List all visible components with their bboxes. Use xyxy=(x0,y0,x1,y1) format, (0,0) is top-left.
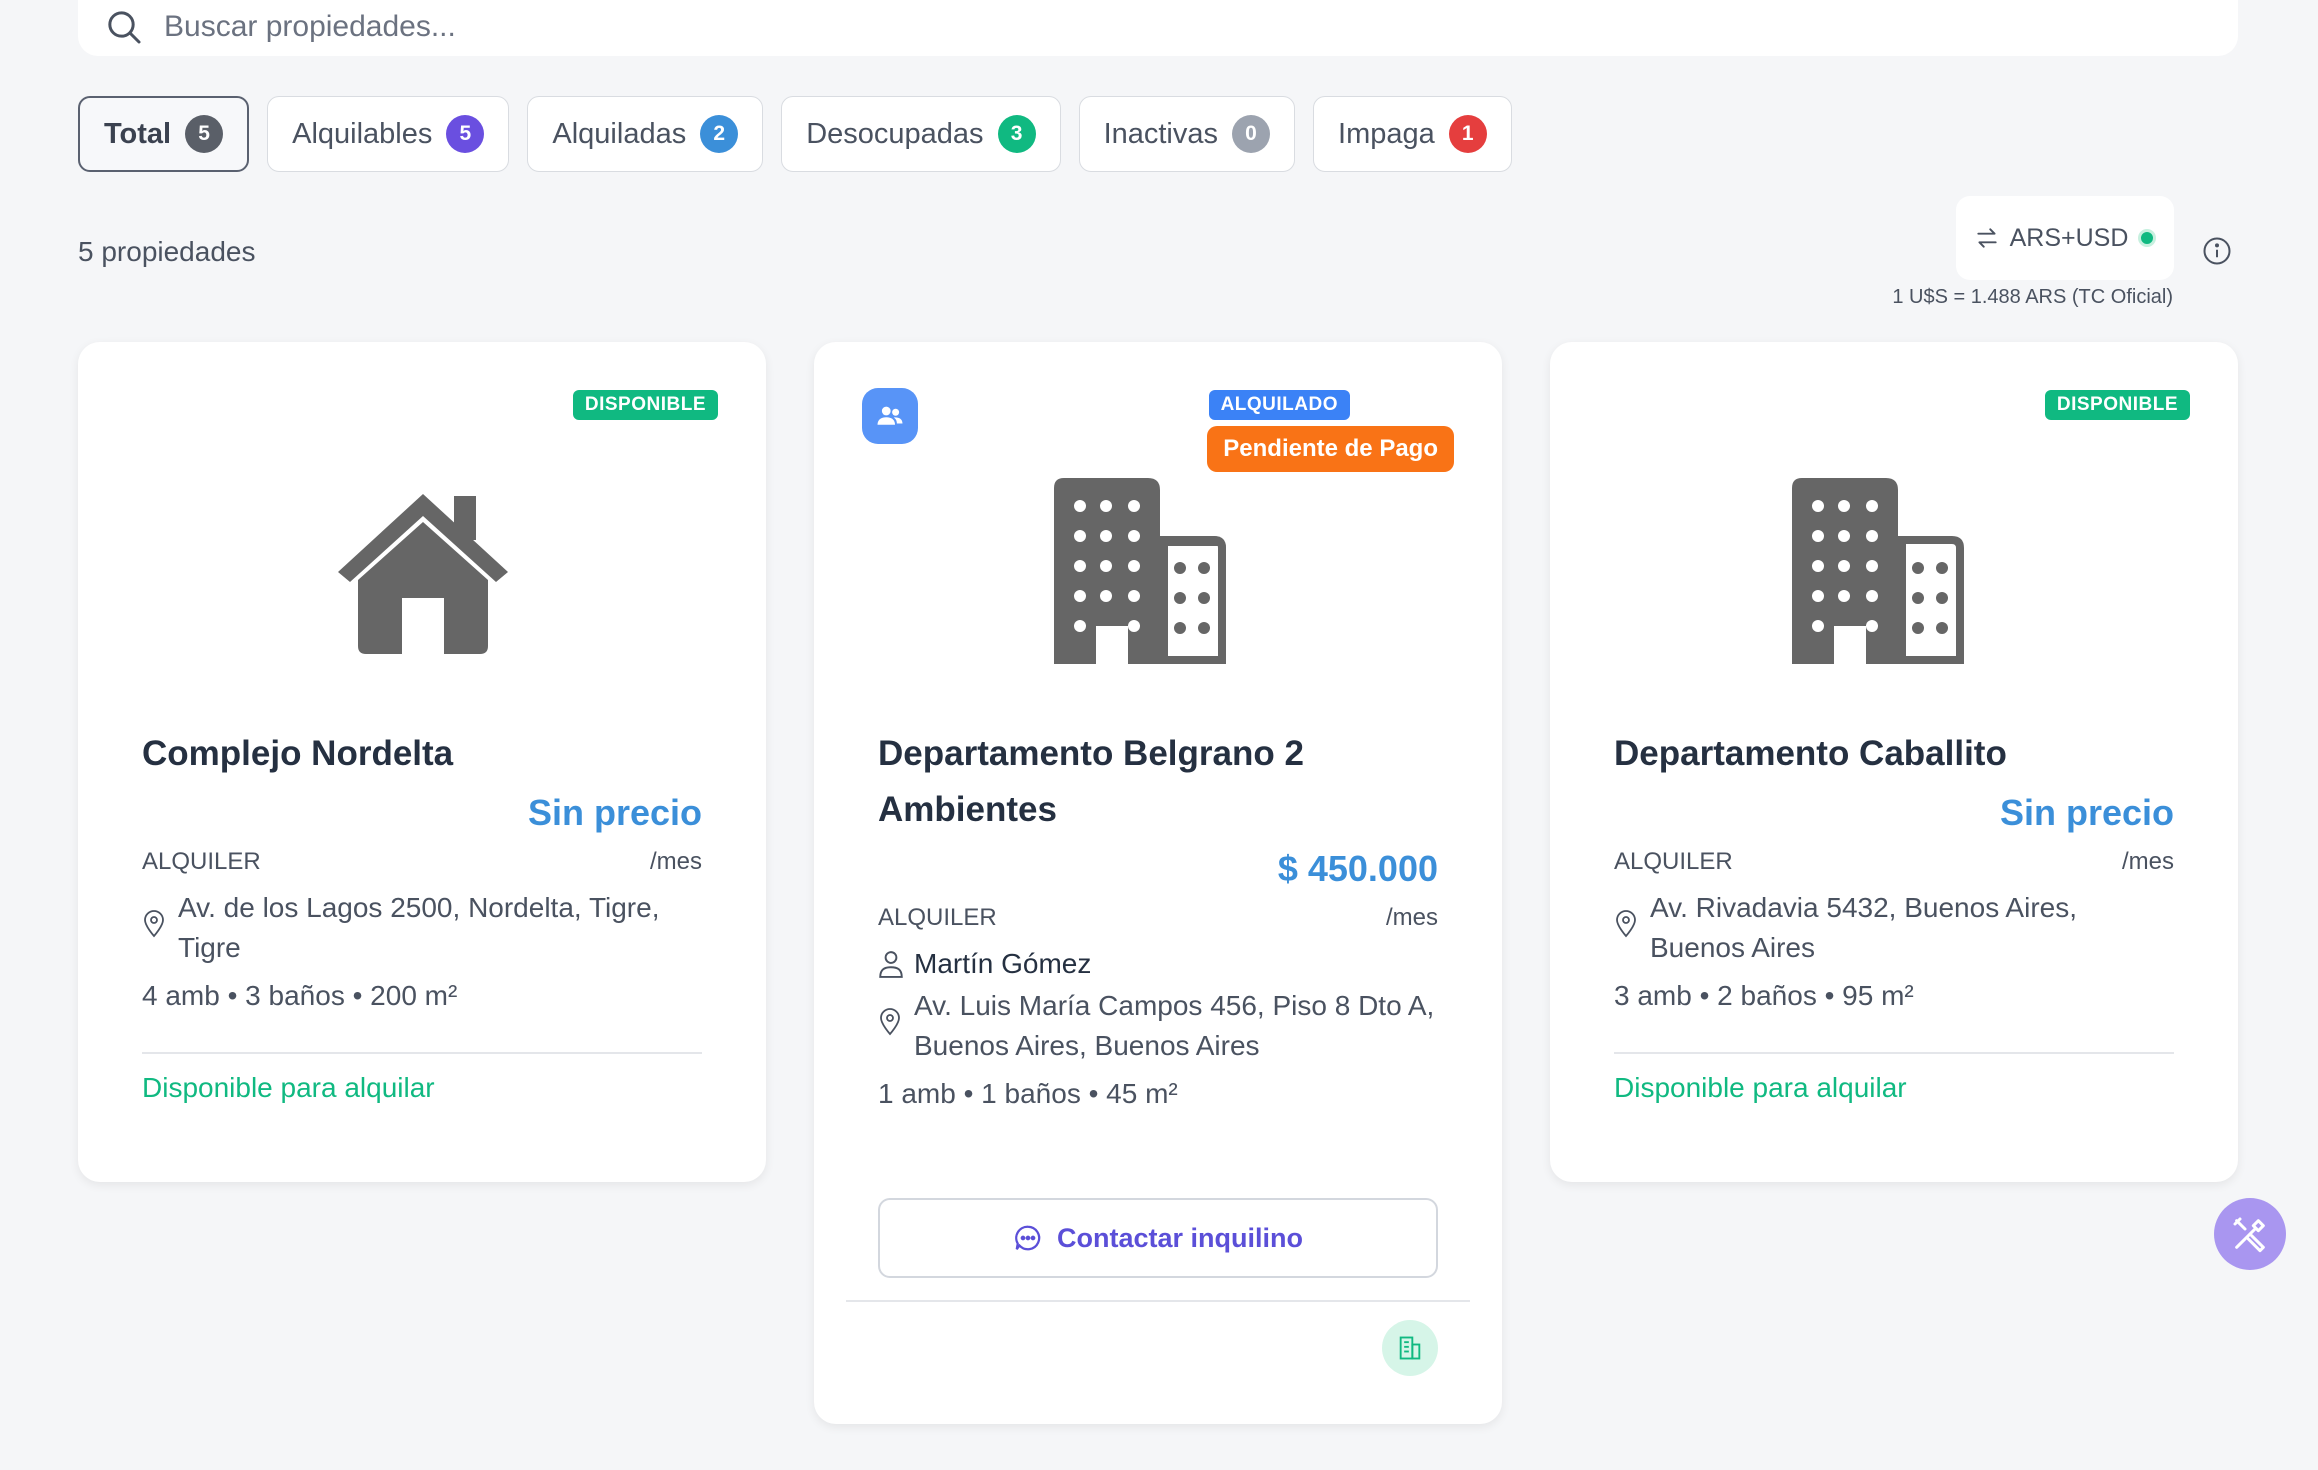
filter-total[interactable]: Total 5 xyxy=(78,96,250,172)
filter-label: Impaga xyxy=(1338,117,1435,150)
operation-type: ALQUILER xyxy=(878,904,997,931)
availability-text: Disponible para alquilar xyxy=(142,1072,435,1103)
property-address: Av. Luis María Campos 456, Piso 8 Dto A,… xyxy=(914,990,1435,1061)
property-image xyxy=(1582,374,2206,692)
operation-type: ALQUILER xyxy=(1614,848,1733,875)
filter-inactivas[interactable]: Inactivas 0 xyxy=(1078,96,1296,172)
search-bar xyxy=(78,0,2238,56)
location-pin-icon xyxy=(880,1008,900,1036)
status-badge: ALQUILADO xyxy=(1208,390,1350,420)
filter-impaga[interactable]: Impaga 1 xyxy=(1313,96,1512,172)
price-period: /mes xyxy=(1385,904,1438,931)
filter-label: Total xyxy=(104,117,172,150)
property-address: Av. de los Lagos 2500, Nordelta, Tigre, … xyxy=(178,892,660,963)
property-card[interactable]: DISPONIBLE Departamento Caballito Sin pr… xyxy=(1550,342,2238,1182)
filter-alquiladas[interactable]: Alquiladas 2 xyxy=(527,96,764,172)
property-price: $ 450.000 xyxy=(1277,848,1438,889)
contact-tenant-button[interactable]: Contactar inquilino xyxy=(878,1198,1438,1278)
count-badge: 0 xyxy=(1232,115,1271,153)
divider xyxy=(846,1300,1470,1302)
property-title: Departamento Belgrano 2 Ambientes xyxy=(878,734,1304,829)
availability-text: Disponible para alquilar xyxy=(1614,1072,1907,1103)
info-icon[interactable] xyxy=(2202,236,2232,266)
count-badge: 5 xyxy=(185,115,224,153)
house-icon xyxy=(338,494,508,654)
count-badge: 1 xyxy=(1448,115,1487,153)
property-card[interactable]: DISPONIBLE Complejo Nordelta Sin precio … xyxy=(78,342,766,1182)
property-price: Sin precio xyxy=(1999,792,2174,833)
property-address: Av. Rivadavia 5432, Buenos Aires, Buenos… xyxy=(1650,892,2077,963)
status-badge: DISPONIBLE xyxy=(2044,390,2190,420)
tools-icon xyxy=(2233,1217,2265,1253)
property-price: Sin precio xyxy=(527,792,702,833)
filter-desocupadas[interactable]: Desocupadas 3 xyxy=(781,96,1061,172)
search-input[interactable] xyxy=(164,10,1764,44)
results-count: 5 propiedades xyxy=(78,236,256,267)
payment-status-badge: Pendiente de Pago xyxy=(1207,426,1454,472)
building-icon xyxy=(1054,478,1226,664)
status-dot xyxy=(2138,229,2157,247)
property-card[interactable]: ALQUILADO Pendiente de Pago Departamento… xyxy=(814,342,1502,1424)
currency-label: ARS+USD xyxy=(2009,223,2129,252)
price-period: /mes xyxy=(649,848,702,875)
property-title: Departamento Caballito xyxy=(1614,734,2007,773)
filter-alquilables[interactable]: Alquilables 5 xyxy=(267,96,510,172)
status-badge: DISPONIBLE xyxy=(572,390,718,420)
filter-label: Alquilables xyxy=(292,117,433,150)
filter-label: Inactivas xyxy=(1103,117,1219,150)
search-icon xyxy=(108,11,141,44)
divider xyxy=(142,1052,702,1054)
contact-button-label: Contactar inquilino xyxy=(1057,1222,1303,1253)
tenant-indicator[interactable] xyxy=(862,388,918,444)
divider xyxy=(1614,1052,2174,1054)
currency-toggle[interactable]: ARS+USD xyxy=(1956,196,2174,280)
users-icon xyxy=(877,406,903,425)
property-title: Complejo Nordelta xyxy=(142,734,454,773)
count-badge: 2 xyxy=(700,115,739,153)
swap-icon xyxy=(1976,228,1997,248)
building-action-button[interactable] xyxy=(1382,1320,1438,1376)
count-badge: 5 xyxy=(446,115,485,153)
tenant-name: Martín Gómez xyxy=(914,948,1092,979)
building-small-icon xyxy=(1399,1336,1421,1360)
location-pin-icon xyxy=(1616,910,1636,938)
count-badge: 3 xyxy=(997,115,1036,153)
exchange-rate: 1 U$S = 1.488 ARS (TC Oficial) xyxy=(1892,286,2173,308)
tools-fab-button[interactable] xyxy=(2214,1198,2286,1270)
building-icon xyxy=(1792,478,1964,664)
filter-label: Desocupadas xyxy=(806,117,984,150)
property-image xyxy=(110,374,734,692)
property-image xyxy=(846,374,1470,692)
property-specs: 1 amb • 1 baños • 45 m² xyxy=(878,1078,1178,1109)
location-pin-icon xyxy=(144,910,164,938)
property-specs: 3 amb • 2 baños • 95 m² xyxy=(1614,980,1914,1011)
chat-icon xyxy=(1015,1225,1041,1251)
person-icon xyxy=(879,951,903,978)
filter-label: Alquiladas xyxy=(552,117,687,150)
property-specs: 4 amb • 3 baños • 200 m² xyxy=(142,980,458,1011)
operation-type: ALQUILER xyxy=(142,848,261,875)
filter-bar: Total 5 Alquilables 5 Alquiladas 2 Desoc… xyxy=(78,96,1512,172)
price-period: /mes xyxy=(2121,848,2174,875)
